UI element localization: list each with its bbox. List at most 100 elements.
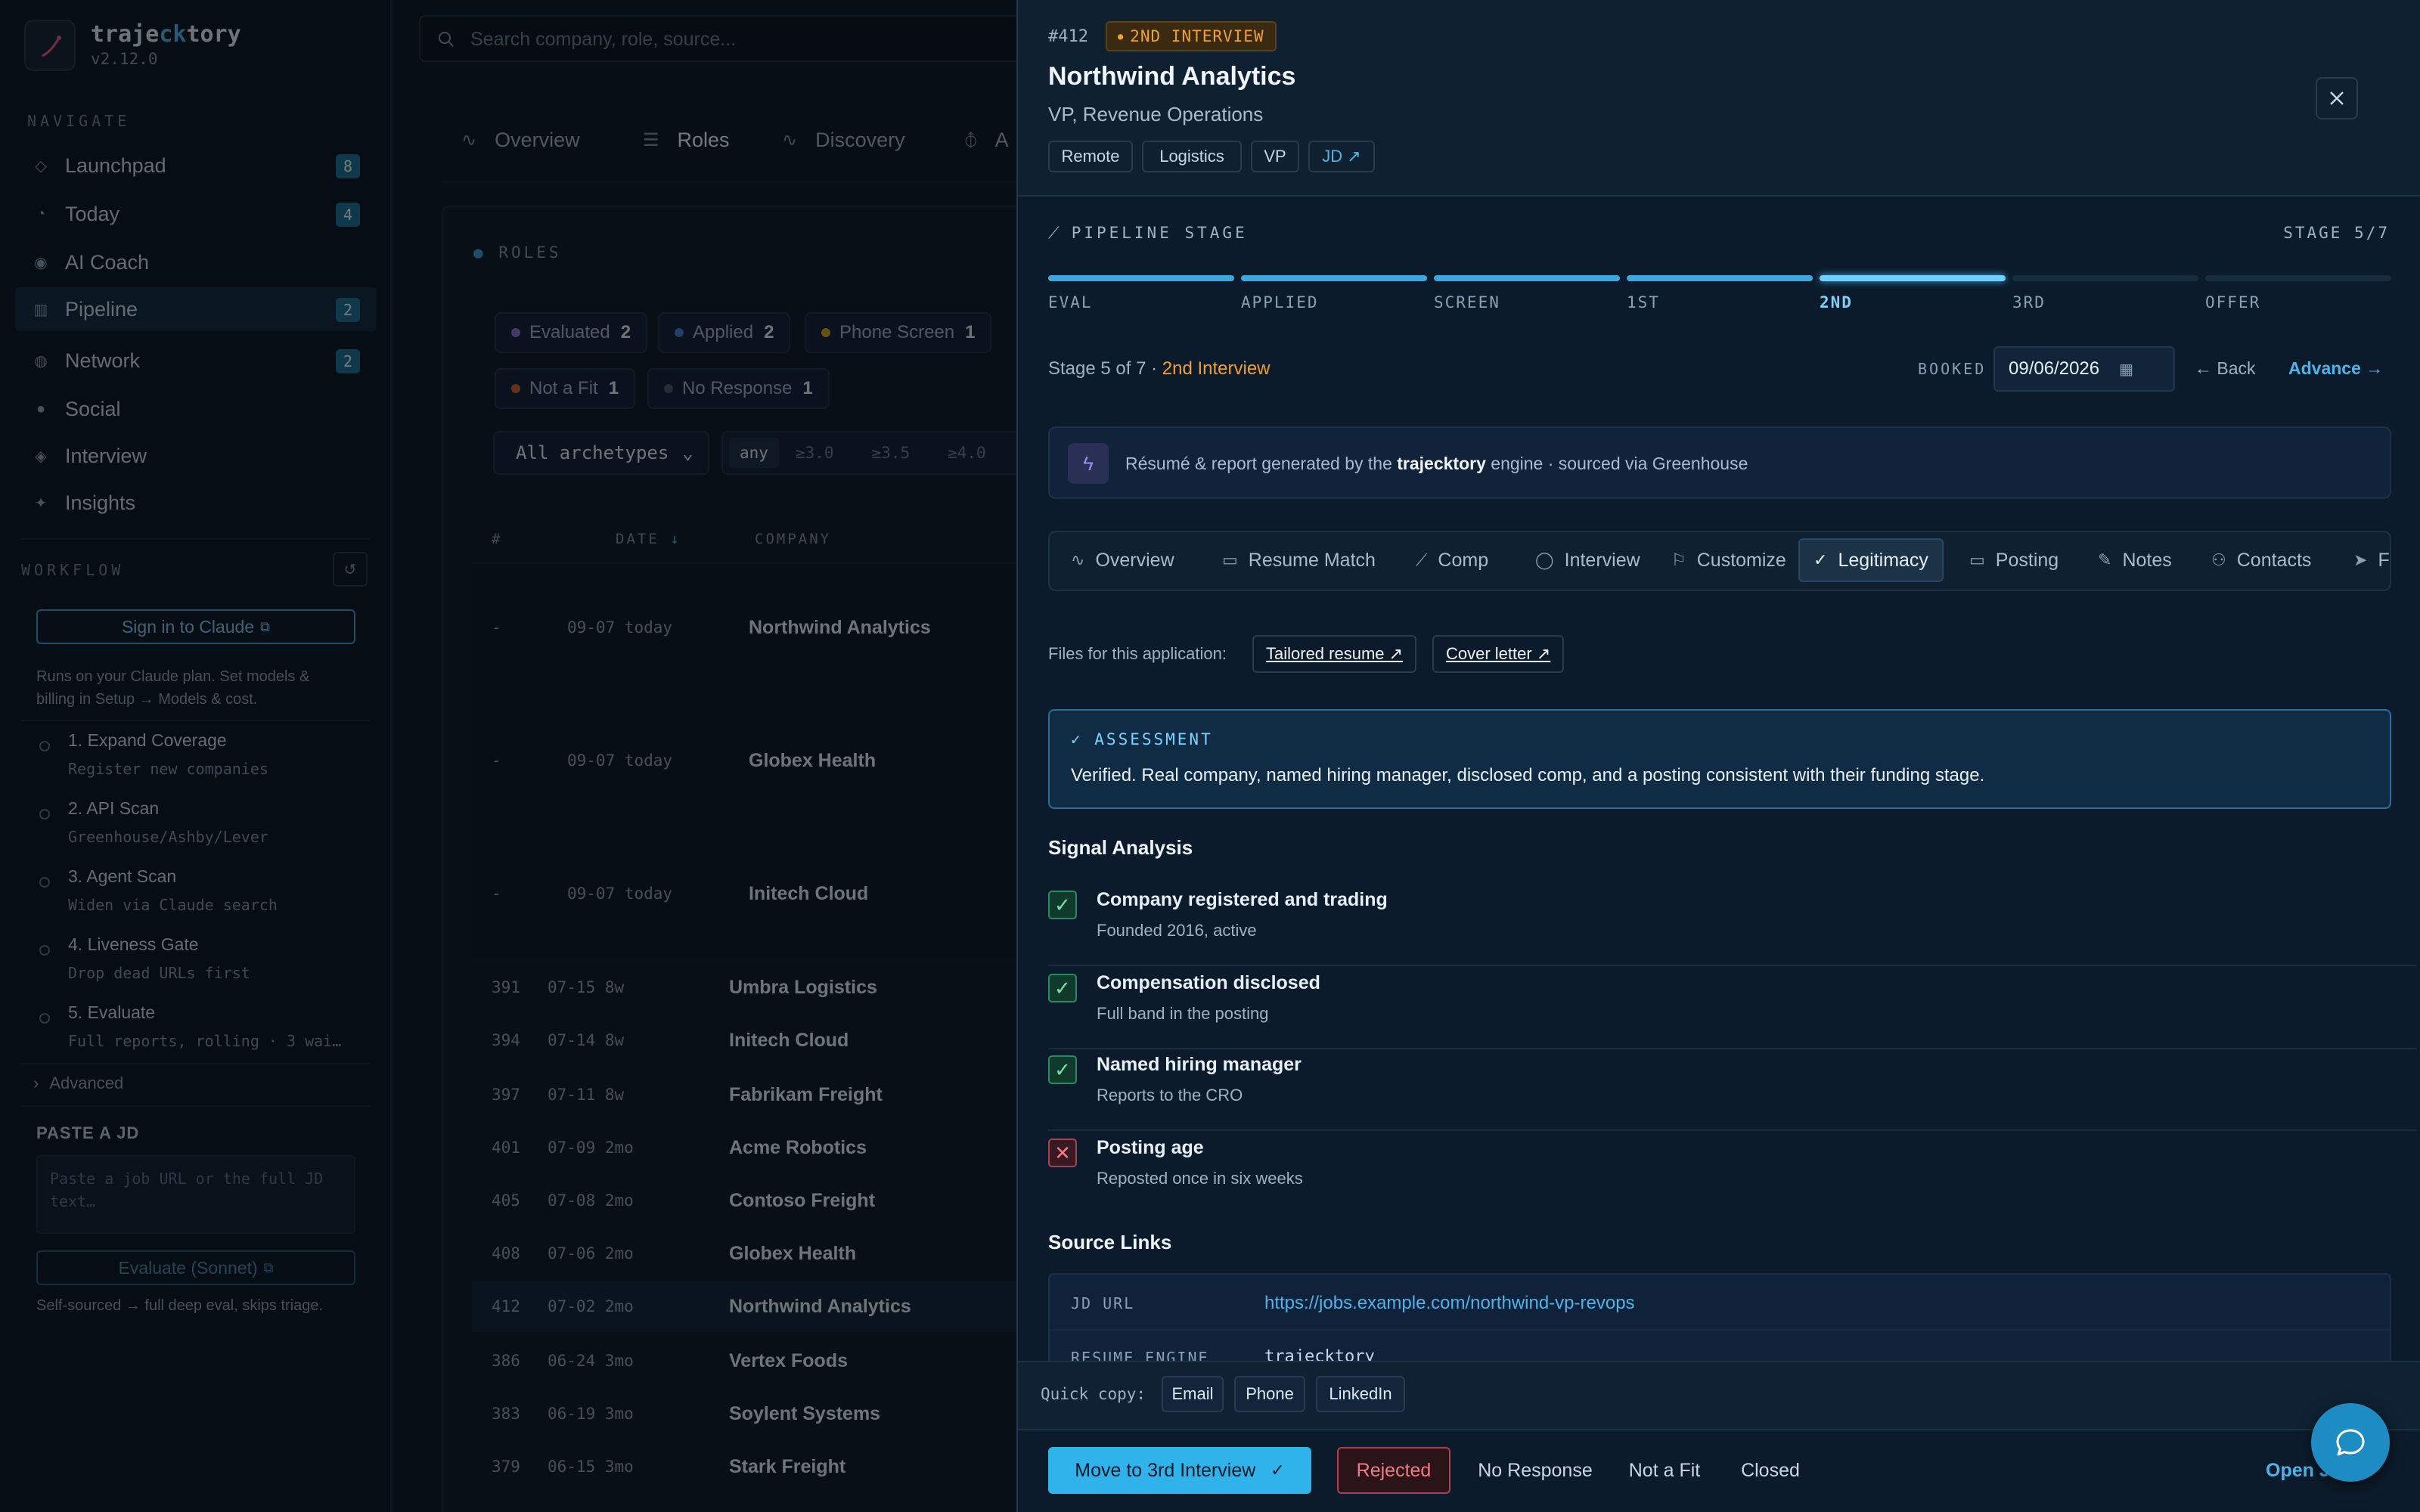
copy-linkedin-button[interactable]: LinkedIn	[1316, 1376, 1405, 1412]
tab-interview[interactable]: ◯ Interview	[1522, 538, 1654, 582]
tab-follow-up[interactable]: ➤Fo	[2340, 538, 2390, 582]
tab-discovery[interactable]: ∿ Discovery	[782, 129, 905, 152]
tab-notes[interactable]: ✎ Notes	[2084, 538, 2186, 582]
signal-analysis-title: Signal Analysis	[1048, 836, 1193, 859]
sort-down-icon: ↓	[670, 531, 681, 547]
nav-pipeline[interactable]: ▥ Pipeline 2	[15, 287, 377, 331]
stage-bar-2nd	[1820, 275, 2006, 281]
tab-legitimacy[interactable]: ✓ Legitimacy	[1798, 538, 1944, 582]
paste-jd-input[interactable]: Paste a job URL or the full JD text…	[36, 1155, 355, 1234]
score-3-0[interactable]: ≥3.0	[796, 444, 834, 462]
chat-icon[interactable]	[2311, 1403, 2390, 1482]
filter-no-response[interactable]: No Response 1	[647, 368, 830, 409]
table-row[interactable]: 391 07-15 8w Umbra Logistics	[472, 962, 1016, 1013]
tag-vp: VP	[1251, 141, 1299, 172]
evaluate-sonnet-button[interactable]: Evaluate (Sonnet) ⧉	[36, 1250, 355, 1285]
stage-label-offer[interactable]: OFFER	[2205, 293, 2260, 311]
tab-overview[interactable]: ∿ Overview	[1057, 538, 1188, 582]
table-row[interactable]: 394 07-14 8w Initech Cloud	[472, 1015, 1016, 1066]
sign-in-claude-button[interactable]: Sign in to Claude ⧉	[36, 609, 355, 644]
jd-url-link[interactable]: https://jobs.example.com/northwind-vp-re…	[1264, 1293, 1635, 1314]
tab-customize[interactable]: ⚐ Customize	[1658, 538, 1800, 582]
score-3-5[interactable]: ≥3.5	[872, 444, 911, 462]
rejected-button[interactable]: Rejected	[1337, 1447, 1450, 1494]
close-icon[interactable]	[2316, 77, 2358, 119]
table-row[interactable]: -09-07 today Northwind Analytics	[472, 602, 1016, 653]
app-logo[interactable]	[24, 20, 76, 71]
search-input[interactable]: Search company, role, source...	[419, 15, 1100, 62]
workflow-step[interactable]: 2. API Scan Greenhouse/Ashby/Lever	[39, 798, 401, 846]
table-row[interactable]: 379 06-15 3mo Stark Freight	[472, 1441, 1016, 1492]
booked-date-input[interactable]: 09/06/2026 ▦	[1993, 346, 2175, 392]
nav-social[interactable]: ● Social	[15, 387, 377, 431]
tab-comp[interactable]: ⟋ Comp	[1402, 538, 1502, 582]
copy-email-button[interactable]: Email	[1162, 1376, 1224, 1412]
x-icon: ✕	[1048, 1139, 1077, 1167]
score-filter: any ≥3.0 ≥3.5 ≥4.0	[721, 431, 1024, 475]
tab-posting[interactable]: ▭ Posting	[1956, 538, 2072, 582]
self-sourced-text: Self-sourced → full deep eval, skips tri…	[36, 1297, 324, 1314]
score-any[interactable]: any	[729, 438, 779, 468]
pencil-icon: ✎	[2098, 550, 2112, 569]
score-4-0[interactable]: ≥4.0	[948, 444, 986, 462]
tab-contacts[interactable]: ⚇ Contacts	[2198, 538, 2325, 582]
table-row[interactable]: 386 06-24 3mo Vertex Foods	[472, 1335, 1016, 1387]
tab-overview[interactable]: ∿ Overview	[461, 129, 580, 152]
refresh-icon[interactable]: ↺	[333, 552, 368, 587]
table-row[interactable]: 408 07-06 2mo Globex Health	[472, 1228, 1016, 1279]
table-row-selected[interactable]: 412 07-02 2mo Northwind Analytics	[472, 1281, 1016, 1332]
table-row[interactable]: 383 06-19 3mo Soylent Systems	[472, 1388, 1016, 1439]
cover-letter-link[interactable]: Cover letter ↗	[1432, 635, 1565, 673]
move-to-3rd-interview-button[interactable]: Move to 3rd Interview ✓	[1048, 1447, 1311, 1494]
filter-not-a-fit[interactable]: Not a Fit 1	[495, 368, 636, 409]
not-a-fit-button[interactable]: Not a Fit	[1615, 1447, 1714, 1494]
archetype-select[interactable]: All archetypes ⌄	[493, 431, 709, 475]
jd-link[interactable]: JD ↗	[1308, 141, 1375, 172]
filter-phone-screen[interactable]: Phone Screen 1	[805, 312, 992, 353]
advanced-toggle[interactable]: › Advanced	[33, 1074, 123, 1093]
divider	[442, 181, 1021, 183]
back-button[interactable]: ← Back	[2195, 358, 2256, 379]
nav-network[interactable]: ◍ Network 2	[15, 339, 377, 383]
filter-applied[interactable]: Applied 2	[658, 312, 791, 353]
trend-icon: ⟋	[1416, 550, 1428, 569]
nav-today[interactable]: ◔ Today 4	[15, 192, 377, 236]
step-dot-icon	[39, 741, 50, 751]
table-row[interactable]: 401 07-09 2mo Acme Robotics	[472, 1122, 1016, 1173]
nav-ai-coach[interactable]: ◉ AI Coach	[15, 240, 377, 284]
advance-button[interactable]: Advance →	[2288, 358, 2383, 379]
step-dot-icon	[39, 809, 50, 820]
stage-label-screen[interactable]: SCREEN	[1434, 293, 1500, 311]
tab-resume-match[interactable]: ▭ Resume Match	[1208, 538, 1389, 582]
pulse-icon: ∿	[1071, 550, 1085, 569]
workflow-step[interactable]: 1. Expand Coverage Register new companies	[39, 730, 401, 778]
tab-roles[interactable]: ☰ Roles	[643, 129, 730, 152]
table-row[interactable]: 405 07-08 2mo Contoso Freight	[472, 1175, 1016, 1226]
nav-insights[interactable]: ✦ Insights	[15, 481, 377, 525]
tab-analytics[interactable]: ⦽ A	[965, 129, 1009, 152]
filter-evaluated[interactable]: Evaluated 2	[495, 312, 648, 353]
workflow-step[interactable]: 3. Agent Scan Widen via Claude search	[39, 866, 401, 914]
nav-interview[interactable]: ◈ Interview	[15, 434, 377, 478]
no-response-button[interactable]: No Response	[1467, 1447, 1603, 1494]
nav-launchpad[interactable]: ◇ Launchpad 8	[15, 144, 377, 187]
tailored-resume-link[interactable]: Tailored resume ↗	[1252, 635, 1417, 673]
stage-label-1st[interactable]: 1ST	[1627, 293, 1660, 311]
copy-phone-button[interactable]: Phone	[1234, 1376, 1305, 1412]
navigate-title: NAVIGATE	[27, 112, 131, 130]
table-row[interactable]: -09-07 today Initech Cloud	[472, 868, 1016, 919]
stage-label-2nd[interactable]: 2ND	[1820, 293, 1853, 311]
table-row[interactable]: -09-07 today Globex Health	[472, 735, 1016, 786]
stage-label-eval[interactable]: EVAL	[1048, 293, 1093, 311]
stage-label-applied[interactable]: APPLIED	[1241, 293, 1319, 311]
grid-icon: ▥	[33, 301, 48, 318]
table-row[interactable]: 397 07-11 8w Fabrikam Freight	[472, 1069, 1016, 1120]
workflow-step[interactable]: 4. Liveness Gate Drop dead URLs first	[39, 934, 401, 982]
jd-url-label: JD URL	[1071, 1294, 1135, 1312]
tag-remote: Remote	[1048, 141, 1133, 172]
closed-button[interactable]: Closed	[1729, 1447, 1812, 1494]
workflow-step[interactable]: 5. Evaluate Full reports, rolling · 3 wai…	[39, 1002, 355, 1050]
rocket-icon: ◇	[35, 157, 47, 175]
assessment-title: ✓ ASSESSMENT	[1071, 730, 1213, 748]
stage-label-3rd[interactable]: 3RD	[2012, 293, 2046, 311]
